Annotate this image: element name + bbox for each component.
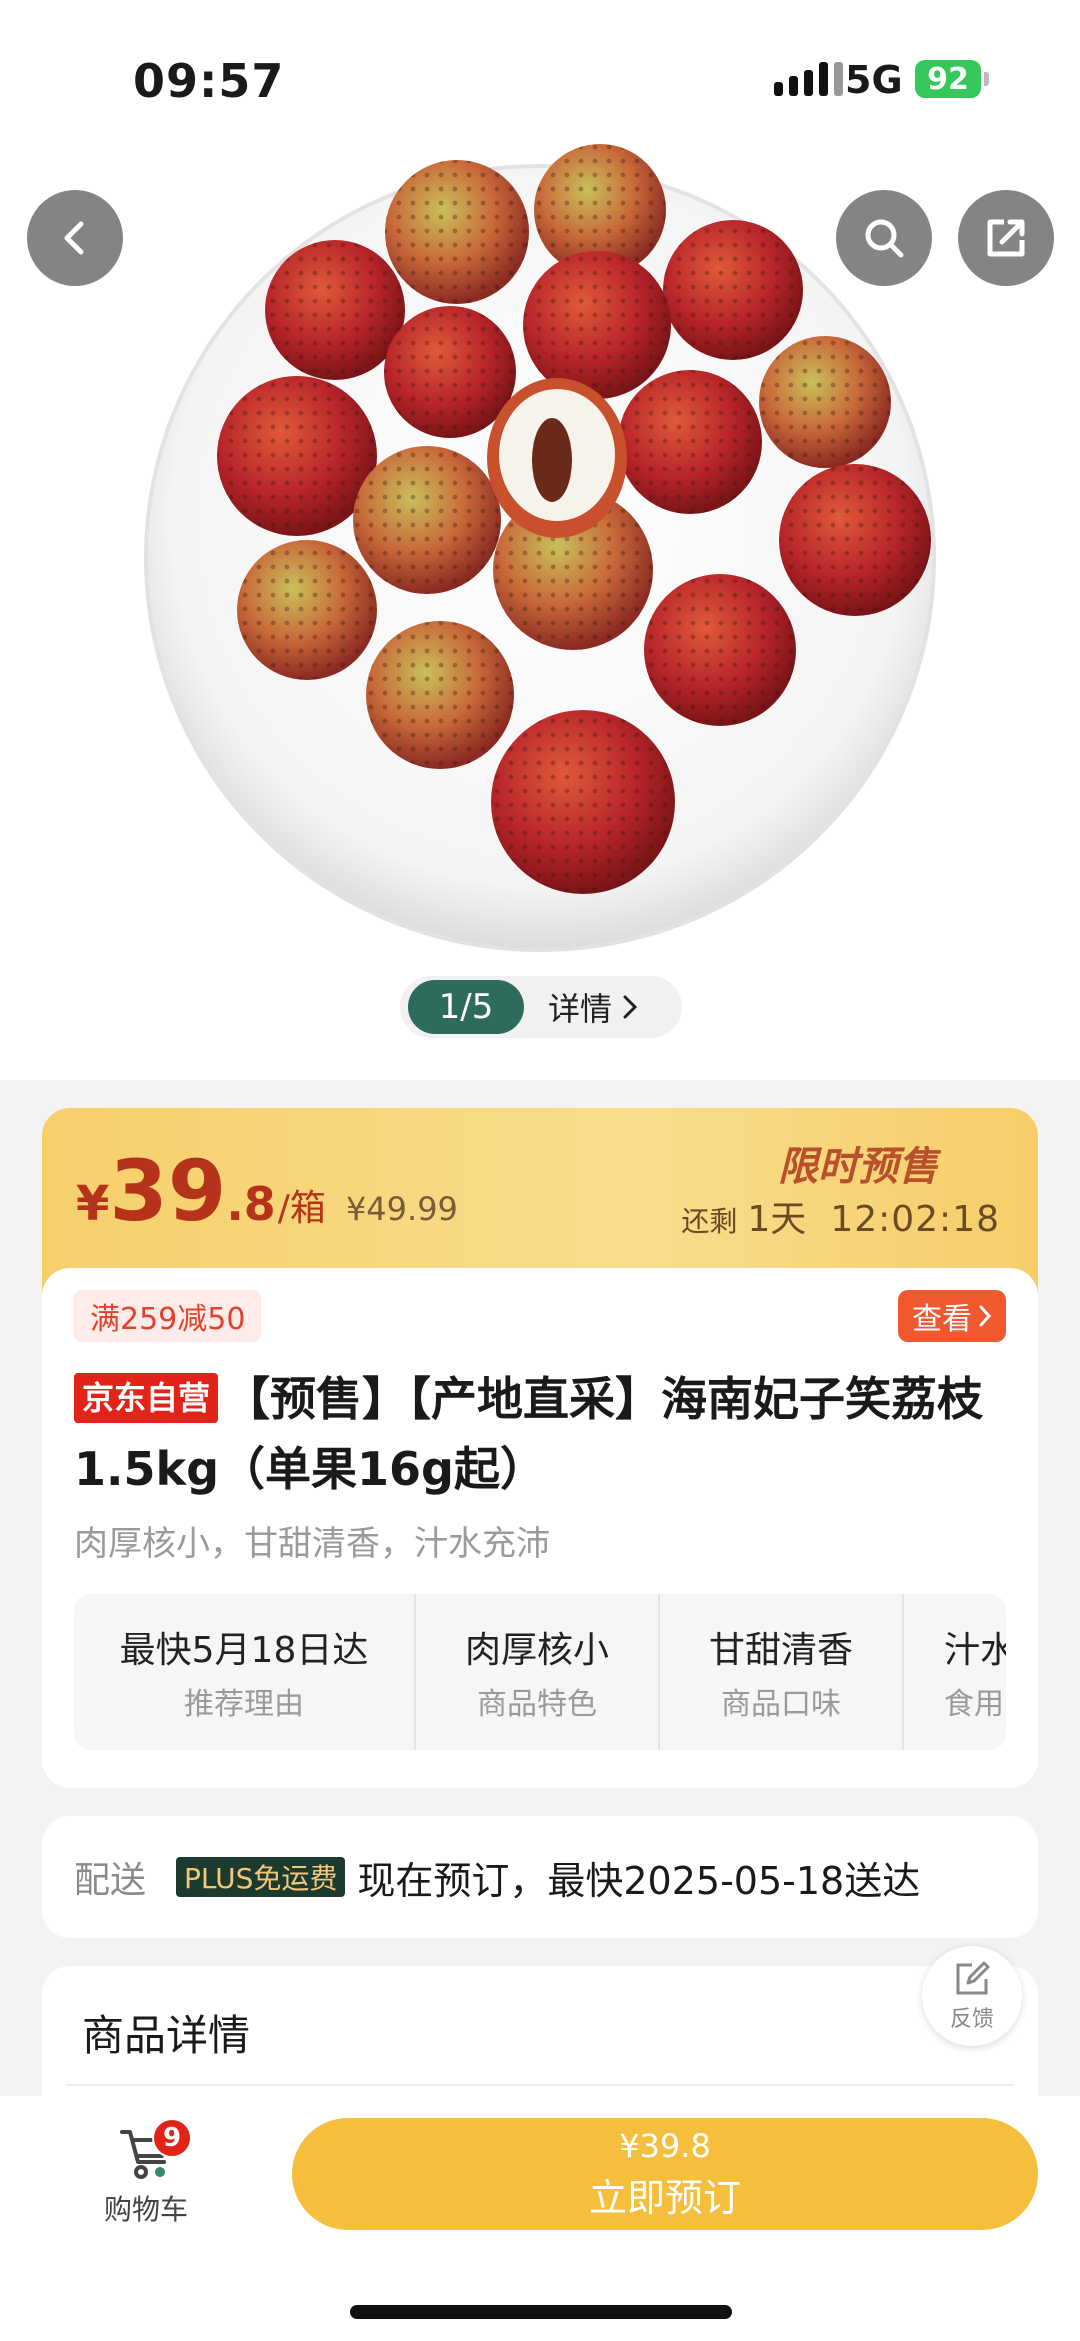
feature-item: 肉厚核小 商品特色 <box>416 1594 660 1750</box>
product-title: 京东自营 【预售】【产地直采】海南妃子笑荔枝1.5kg（单果16g起） <box>74 1364 1014 1504</box>
back-button[interactable] <box>27 190 123 286</box>
battery-icon: 92 <box>915 60 981 98</box>
product-info-card: 满259减50 查看 京东自营 【预售】【产地直采】海南妃子笑荔枝1.5kg（单果… <box>42 1268 1038 1788</box>
view-coupon-label: 查看 <box>912 1302 972 1337</box>
feature-strip[interactable]: 最快5月18日达 推荐理由 肉厚核小 商品特色 甘甜清香 商品口味 汁水 食用 <box>74 1594 1006 1750</box>
chevron-left-icon <box>64 221 84 255</box>
feature-item: 最快5月18日达 推荐理由 <box>74 1594 416 1750</box>
preorder-label: 立即预订 <box>588 2175 741 2220</box>
feature-main: 甘甜清香 <box>708 1630 853 1671</box>
price-integer: 39 <box>109 1142 227 1240</box>
current-price: ¥ 39 .8 /箱 ¥49.99 <box>76 1142 458 1240</box>
countdown: 还剩 1天 12:02:18 <box>681 1190 1000 1242</box>
feedback-button[interactable]: 反馈 <box>922 1946 1022 2046</box>
status-time: 09:57 <box>133 54 285 108</box>
detail-link[interactable]: 详情 <box>548 984 638 1030</box>
divider <box>66 2084 1014 2086</box>
battery-level: 92 <box>927 61 969 97</box>
battery-cap <box>984 72 989 86</box>
feature-main: 肉厚核小 <box>464 1630 609 1671</box>
delivery-text: 现在预订，最快2025-05-18送达 <box>357 1858 921 1903</box>
detail-link-label: 详情 <box>548 990 613 1028</box>
chevron-right-icon <box>979 1305 992 1327</box>
countdown-label: 还剩 <box>681 1205 738 1238</box>
signal-icon <box>774 62 843 96</box>
chevron-right-icon <box>623 995 638 1019</box>
home-indicator[interactable] <box>350 2305 732 2319</box>
original-price: ¥49.99 <box>345 1190 458 1228</box>
coupon-badge[interactable]: 满259减50 <box>74 1290 262 1342</box>
delivery-row[interactable]: 配送 PLUS免运费 现在预订，最快2025-05-18送达 <box>42 1816 1038 1938</box>
product-subtitle: 肉厚核小，甘甜清香，汁水充沛 <box>74 1524 550 1564</box>
presale-label: 限时预售 <box>778 1144 938 1190</box>
feature-item: 汁水 食用 <box>904 1594 1006 1750</box>
feedback-label: 反馈 <box>949 2007 994 2032</box>
edit-icon <box>956 1961 990 1995</box>
image-pager[interactable]: 1/5 详情 <box>400 976 682 1038</box>
countdown-time: 12:02:18 <box>830 1199 1000 1240</box>
price-decimal: .8 <box>226 1177 276 1231</box>
preorder-price: ¥39.8 <box>619 2126 711 2165</box>
network-type: 5G <box>845 58 903 102</box>
self-operated-badge: 京东自营 <box>74 1373 219 1423</box>
feature-main: 汁水 <box>944 1630 1006 1671</box>
share-button[interactable] <box>958 190 1054 286</box>
feature-main: 最快5月18日达 <box>119 1630 369 1671</box>
details-title: 商品详情 <box>82 2011 251 2060</box>
peeled-lychee <box>487 378 627 538</box>
status-bar: 09:57 5G 92 <box>0 0 1080 140</box>
feature-sub: 推荐理由 <box>184 1687 304 1722</box>
feature-item: 甘甜清香 商品口味 <box>660 1594 904 1750</box>
product-image-area[interactable]: 1/5 详情 <box>0 0 1080 1080</box>
countdown-days: 1天 <box>747 1199 807 1240</box>
cart-button[interactable]: 9 购物车 <box>96 2118 196 2228</box>
share-icon <box>987 219 1025 257</box>
price-currency: ¥ <box>76 1176 110 1232</box>
plus-free-shipping-badge: PLUS免运费 <box>176 1857 346 1897</box>
cart-count-badge: 9 <box>152 2118 192 2158</box>
feature-sub: 商品特色 <box>477 1687 597 1722</box>
pager-count: 1/5 <box>408 980 524 1034</box>
view-coupon-button[interactable]: 查看 <box>898 1290 1006 1342</box>
preorder-button[interactable]: ¥39.8 立即预订 <box>292 2118 1038 2230</box>
search-button[interactable] <box>836 190 932 286</box>
cart-label: 购物车 <box>103 2193 188 2226</box>
price-card: ¥ 39 .8 /箱 ¥49.99 限时预售 还剩 1天 12:02:18 满2… <box>42 1108 1038 1788</box>
price-unit: /箱 <box>277 1188 326 1229</box>
feature-sub: 商品口味 <box>721 1687 841 1722</box>
feature-sub: 食用 <box>944 1687 1004 1722</box>
search-icon <box>865 219 904 258</box>
delivery-label: 配送 <box>74 1860 147 1901</box>
